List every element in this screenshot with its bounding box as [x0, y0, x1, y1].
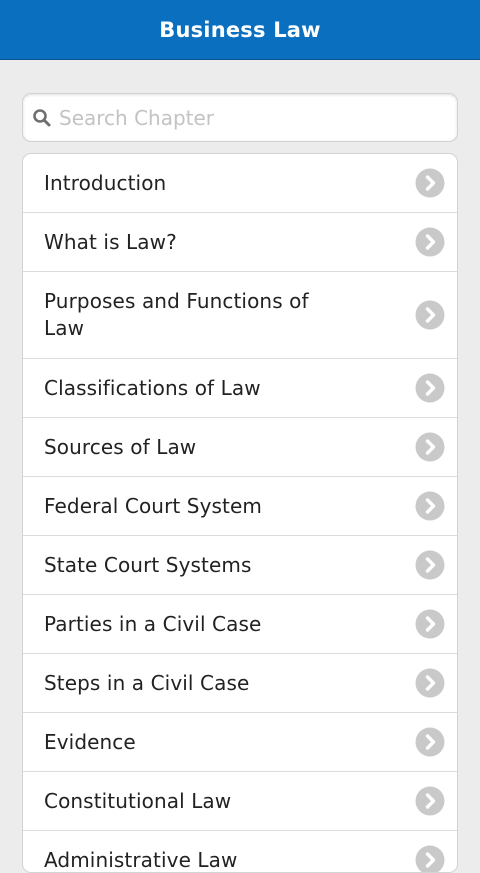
- chapter-item-state-court-systems[interactable]: State Court Systems: [23, 536, 457, 595]
- chapter-label: Evidence: [44, 729, 324, 756]
- search-box[interactable]: [22, 93, 458, 142]
- chevron-right-icon: [415, 668, 445, 698]
- chapter-item-federal-court-system[interactable]: Federal Court System: [23, 477, 457, 536]
- chevron-right-icon: [415, 609, 445, 639]
- chapter-item-evidence[interactable]: Evidence: [23, 713, 457, 772]
- chapter-item-what-is-law[interactable]: What is Law?: [23, 213, 457, 272]
- chapter-list: Introduction What is Law? Purposes and F…: [22, 153, 458, 873]
- search-input[interactable]: [59, 106, 439, 130]
- chapter-item-parties-civil-case[interactable]: Parties in a Civil Case: [23, 595, 457, 654]
- chapter-item-steps-civil-case[interactable]: Steps in a Civil Case: [23, 654, 457, 713]
- search-icon: [29, 105, 55, 131]
- chevron-right-icon: [415, 227, 445, 257]
- chevron-right-icon: [415, 550, 445, 580]
- chevron-right-icon: [415, 432, 445, 462]
- chapter-label: Constitutional Law: [44, 788, 324, 815]
- chevron-right-icon: [415, 786, 445, 816]
- chevron-right-icon: [415, 168, 445, 198]
- title-bar: Business Law: [0, 0, 480, 60]
- chapter-item-purposes-and-functions[interactable]: Purposes and Functions of Law: [23, 272, 457, 359]
- chapter-item-constitutional-law[interactable]: Constitutional Law: [23, 772, 457, 831]
- chevron-right-icon: [415, 300, 445, 330]
- chapter-label: Classifications of Law: [44, 375, 324, 402]
- chapter-label: State Court Systems: [44, 552, 324, 579]
- chapter-item-classifications[interactable]: Classifications of Law: [23, 359, 457, 418]
- chapter-label: Federal Court System: [44, 493, 324, 520]
- chevron-right-icon: [415, 373, 445, 403]
- page-title: Business Law: [159, 18, 321, 42]
- chapter-item-administrative-law[interactable]: Administrative Law: [23, 831, 457, 873]
- chapter-label: What is Law?: [44, 229, 324, 256]
- chevron-right-icon: [415, 491, 445, 521]
- chevron-right-icon: [415, 727, 445, 757]
- chevron-right-icon: [415, 845, 445, 873]
- chapter-label: Introduction: [44, 170, 324, 197]
- chapter-label: Administrative Law: [44, 847, 324, 873]
- chapter-item-sources[interactable]: Sources of Law: [23, 418, 457, 477]
- chapter-label: Steps in a Civil Case: [44, 670, 324, 697]
- chapter-label: Sources of Law: [44, 434, 324, 461]
- chapter-item-introduction[interactable]: Introduction: [23, 154, 457, 213]
- chapter-label: Parties in a Civil Case: [44, 611, 324, 638]
- chapter-label: Purposes and Functions of Law: [44, 288, 324, 342]
